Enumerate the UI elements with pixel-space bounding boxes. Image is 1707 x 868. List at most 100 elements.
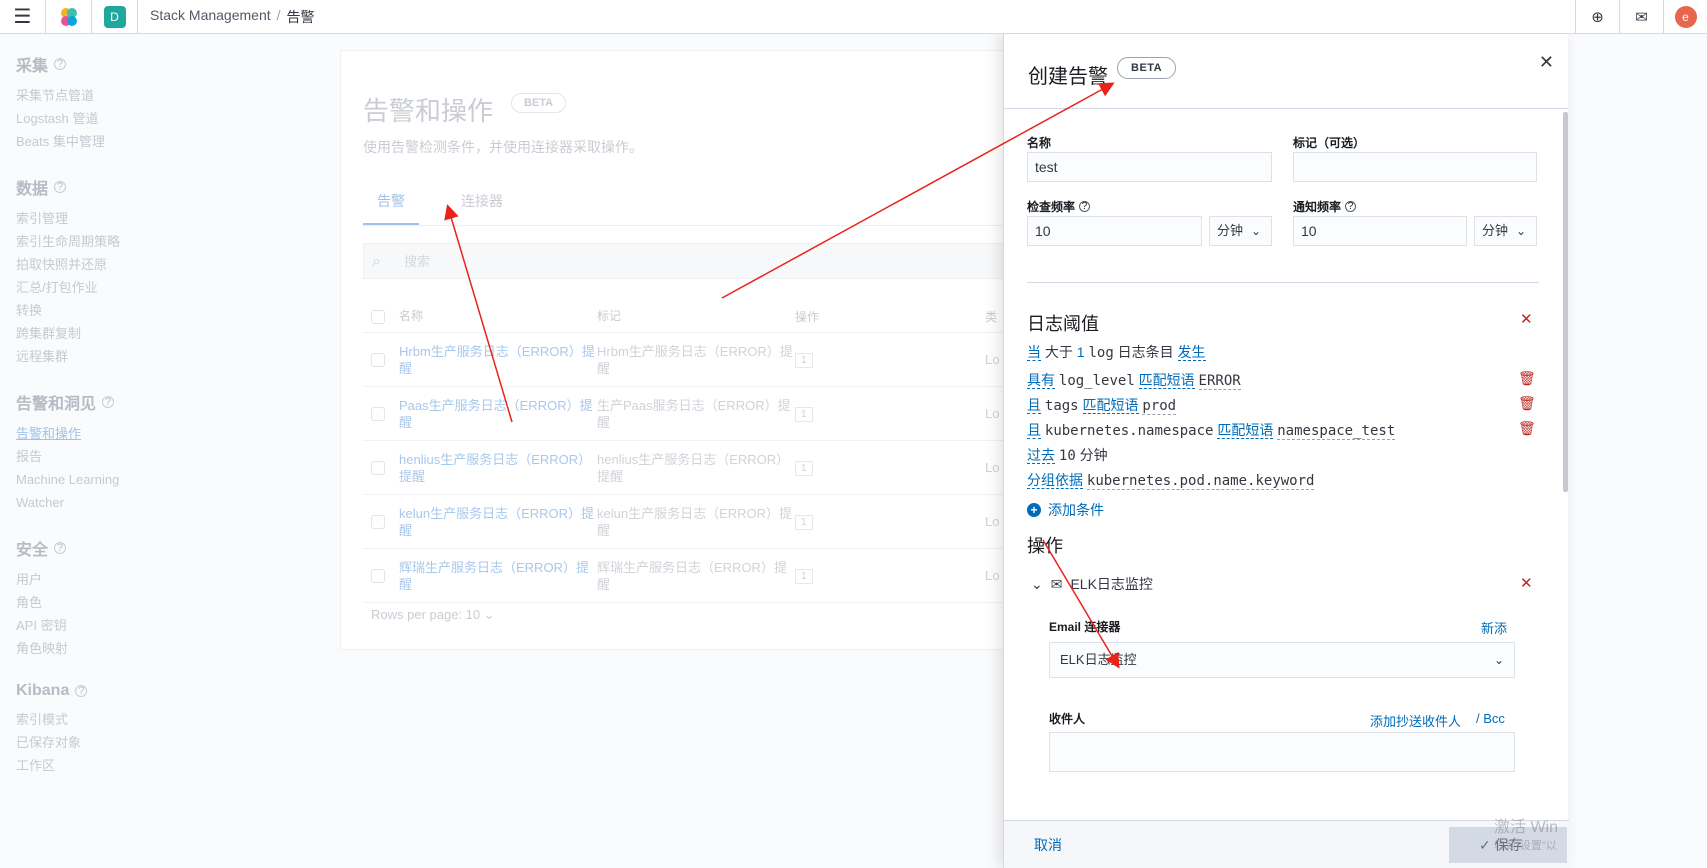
cancel-button[interactable]: 取消 [1034,835,1062,855]
sidebar-item[interactable]: 汇总/打包作业 [16,276,330,299]
sidebar-item[interactable]: 工作区 [16,754,330,777]
alert-name-link[interactable]: 辉瑞生产服务日志（ERROR）提醒 [399,559,597,593]
connector-value: ELK日志监控 [1060,652,1137,667]
sidebar-item[interactable]: 报告 [16,445,330,468]
sidebar-item[interactable]: 角色 [16,591,330,614]
action-accordion-toggle[interactable]: ⌄ ✉ ELK日志监控 [1031,574,1153,594]
occur-keyword: 发生 [1177,344,1206,361]
menu-icon[interactable]: ☰ [0,0,46,34]
alert-name-link[interactable]: Hrbm生产服务日志（ERROR）提醒 [399,343,597,377]
condition-keyword: 且 [1027,397,1041,414]
elastic-logo[interactable] [46,0,92,34]
sidebar-group-security: 安全? 用户 角色 API 密钥 角色映射 [16,536,330,660]
chevron-down-icon: ⌄ [1493,653,1504,667]
actions-title: 操作 [1027,536,1063,556]
past-keyword: 过去 [1027,447,1055,464]
notify-interval-field[interactable]: 10 [1293,216,1467,246]
sidebar-item[interactable]: 已保存对象 [16,731,330,754]
sidebar-group-title: 采集 [16,58,49,75]
row-checkbox[interactable] [371,352,385,367]
condition-row[interactable]: 且 tags 匹配短语 prod [1027,395,1177,415]
plus-icon: + [1027,503,1041,517]
tab-connectors[interactable]: 连接器 [447,187,517,225]
trash-icon[interactable]: 🗑 [1518,420,1536,437]
add-condition-button[interactable]: + 添加条件 [1027,500,1104,520]
row-checkbox[interactable] [371,406,385,421]
sidebar-item[interactable]: Machine Learning [16,468,330,491]
table-row: kelun生产服务日志（ERROR）提醒 kelun生产服务日志（ERROR）提… [363,495,1023,549]
email-connector-select[interactable]: ELK日志监控 ⌄ [1049,642,1515,678]
group-by-keyword: 分组依据 [1027,472,1083,489]
when-keyword: 当 [1027,344,1041,361]
search-icon: ⌕ [372,253,381,270]
select-all-checkbox[interactable] [371,309,385,324]
add-bcc-link[interactable]: / Bcc [1476,711,1505,726]
trash-icon[interactable]: 🗑 [1518,395,1536,412]
help-icon: ? [54,181,67,193]
help-icon[interactable]: ⊕ [1575,0,1619,34]
actions-count-badge: 1 [795,461,813,476]
sidebar-item[interactable]: 采集节点管道 [16,84,330,107]
tab-alerts[interactable]: 告警 [363,187,419,225]
condition-value: namespace_test [1277,423,1396,440]
time-window-expression[interactable]: 过去 10 分钟 [1027,445,1108,465]
check-icon: ✓ [1479,837,1495,853]
name-field[interactable]: test [1027,152,1272,182]
alert-name-link[interactable]: henlius生产服务日志（ERROR）提醒 [399,451,597,485]
sidebar-group-data: 数据? 索引管理 索引生命周期策略 拍取快照并还原 汇总/打包作业 转换 跨集群… [16,175,330,368]
remove-threshold-icon[interactable]: ✕ [1520,310,1533,328]
condition-row[interactable]: 且 kubernetes.namespace 匹配短语 namespace_te… [1027,420,1396,440]
condition-row[interactable]: 具有 log_level 匹配短语 ERROR [1027,370,1241,390]
alert-name-link[interactable]: kelun生产服务日志（ERROR）提醒 [399,505,597,539]
row-checkbox[interactable] [371,514,385,529]
sidebar-item-alerts-actions[interactable]: 告警和操作 [16,422,330,445]
help-icon: ? [102,396,115,408]
sidebar-item[interactable]: 远程集群 [16,345,330,368]
sidebar-item[interactable]: 跨集群复制 [16,322,330,345]
space-selector[interactable]: D [92,0,138,34]
sidebar-item[interactable]: Logstash 管道 [16,107,330,130]
recipients-field[interactable] [1049,732,1515,772]
sidebar-item[interactable]: 拍取快照并还原 [16,253,330,276]
group-by-expression[interactable]: 分组依据 kubernetes.pod.name.keyword [1027,470,1315,490]
actions-count-badge: 1 [795,407,813,422]
remove-action-icon[interactable]: ✕ [1520,574,1533,592]
add-new-connector-link[interactable]: 新添 [1481,618,1507,637]
sidebar-item[interactable]: 索引生命周期策略 [16,230,330,253]
column-header-name[interactable]: 名称 [399,308,597,325]
mail-icon[interactable]: ✉ [1619,0,1663,34]
trash-icon[interactable]: 🗑 [1518,370,1536,387]
check-interval-unit-select[interactable]: 分钟 ⌄ [1209,216,1272,246]
sidebar-item[interactable]: 用户 [16,568,330,591]
help-icon: ? [54,58,67,70]
search-input[interactable]: ⌕ 搜索 [363,243,1023,279]
row-checkbox[interactable] [371,568,385,583]
user-menu[interactable]: e [1663,0,1707,34]
condition-operator: 匹配短语 [1082,397,1139,414]
alert-name-link[interactable]: Paas生产服务日志（ERROR）提醒 [399,397,597,431]
time-window-value: 10 [1058,448,1076,464]
sidebar-item[interactable]: 索引管理 [16,207,330,230]
help-icon[interactable]: ? [1079,201,1091,212]
tags-field[interactable] [1293,152,1537,182]
help-icon[interactable]: ? [1345,201,1357,212]
sidebar-item[interactable]: API 密钥 [16,614,330,637]
sidebar-item[interactable]: 转换 [16,299,330,322]
when-expression[interactable]: 当 大于 1 log 日志条目 发生 [1027,342,1206,362]
sidebar-item[interactable]: Watcher [16,491,330,514]
condition-field: kubernetes.namespace [1044,423,1214,439]
sidebar-group-ingest: 采集? 采集节点管道 Logstash 管道 Beats 集中管理 [16,52,330,153]
row-checkbox[interactable] [371,460,385,475]
check-interval-field[interactable]: 10 [1027,216,1202,246]
add-cc-link[interactable]: 添加抄送收件人 [1370,711,1461,730]
breadcrumb-stack-management[interactable]: Stack Management [150,7,271,27]
sidebar-item[interactable]: 角色映射 [16,637,330,660]
close-icon[interactable]: ✕ [1539,52,1554,73]
sidebar-item[interactable]: Beats 集中管理 [16,130,330,153]
sidebar-item[interactable]: 索引模式 [16,708,330,731]
rows-per-page-selector[interactable]: Rows per page: 10 ⌄ [371,607,495,623]
check-interval-text: 检查频率 [1027,200,1076,214]
help-icon: ? [75,685,88,697]
notify-interval-unit-select[interactable]: 分钟 ⌄ [1474,216,1537,246]
space-avatar: D [103,5,126,28]
